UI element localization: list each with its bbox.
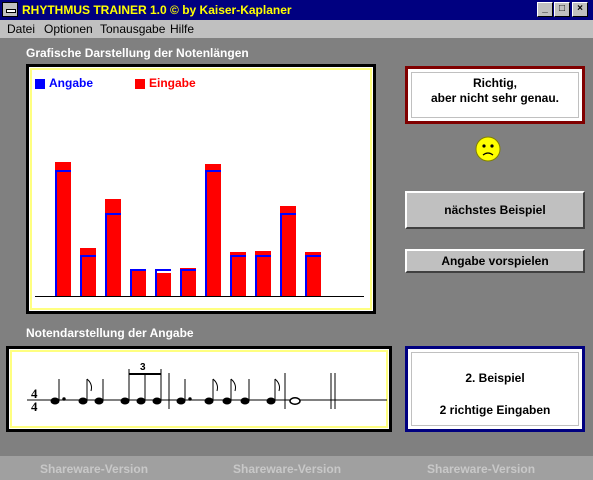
next-example-button[interactable]: nächstes Beispiel <box>405 191 585 229</box>
bar-angabe-1 <box>55 170 57 296</box>
bar-eingabe-11 <box>305 252 321 296</box>
legend-eingabe: Eingabe <box>149 76 196 90</box>
feedback-box: Richtig, aber nicht sehr genau. <box>405 66 585 124</box>
bar-angabe-top-3 <box>105 213 121 215</box>
window-title: RHYTHMUS TRAINER 1.0 © by Kaiser-Kaplane… <box>22 3 292 17</box>
bar-angabe-3 <box>105 213 107 296</box>
bar-angabe-top-4 <box>130 269 146 271</box>
title-bar: RHYTHMUS TRAINER 1.0 © by Kaiser-Kaplane… <box>0 0 593 20</box>
bar-angabe-top-7 <box>205 170 221 172</box>
legend-eingabe-swatch <box>135 79 145 89</box>
example-number: 2. Beispiel <box>465 371 525 385</box>
status-shareware-2: Shareware-Version <box>233 462 342 476</box>
measure-3 <box>289 397 301 405</box>
bar-eingabe-1 <box>55 162 71 296</box>
menu-tonausgabe[interactable]: Tonausgabe <box>100 22 165 36</box>
restore-button[interactable]: □ <box>554 2 570 17</box>
menu-hilfe[interactable]: Hilfe <box>170 22 194 36</box>
bar-eingabe-4 <box>130 271 146 296</box>
bar-angabe-top-2 <box>80 255 96 257</box>
bar-eingabe-5 <box>155 273 171 296</box>
bar-angabe-top-10 <box>280 213 296 215</box>
menu-bar: Datei Optionen Tonausgabe Hilfe <box>0 20 593 38</box>
bar-angabe-2 <box>80 255 82 296</box>
bar-angabe-6 <box>180 269 182 296</box>
feedback-line1: Richtig, <box>473 76 517 90</box>
bar-angabe-11 <box>305 255 307 296</box>
bar-angabe-top-11 <box>305 255 321 257</box>
notes-section-label: Notendarstellung der Angabe <box>26 326 194 340</box>
notation-panel: 4 4 3 <box>6 346 392 432</box>
bar-angabe-top-1 <box>55 170 71 172</box>
correct-count: 2 richtige Eingaben <box>439 403 551 417</box>
status-shareware-1: Shareware-Version <box>40 462 149 476</box>
chart-section-label: Grafische Darstellung der Notenlängen <box>26 46 249 60</box>
neutral-face-icon <box>475 136 501 162</box>
tuplet-label: 3 <box>140 362 146 373</box>
status-shareware-3: Shareware-Version <box>427 462 536 476</box>
minimize-button[interactable]: _ <box>537 2 553 17</box>
bar-angabe-5 <box>155 269 157 296</box>
bar-angabe-4 <box>130 269 132 296</box>
menu-datei[interactable]: Datei <box>7 22 35 36</box>
bar-angabe-top-6 <box>180 269 196 271</box>
time-sig-bottom: 4 <box>31 399 38 414</box>
info-box: 2. Beispiel 2 richtige Eingaben <box>405 346 585 432</box>
note-length-chart: Angabe Eingabe <box>26 64 376 314</box>
status-bar: Shareware-Version Shareware-Version Shar… <box>0 456 593 480</box>
notation-staff: 4 4 3 <box>27 362 387 414</box>
bar-angabe-7 <box>205 170 207 296</box>
menu-optionen[interactable]: Optionen <box>44 22 93 36</box>
bar-angabe-top-8 <box>230 255 246 257</box>
bar-eingabe-6 <box>180 268 196 296</box>
bar-eingabe-8 <box>230 252 246 296</box>
close-button[interactable]: × <box>572 2 588 17</box>
bar-angabe-top-5 <box>155 269 171 271</box>
bar-eingabe-9 <box>255 251 271 296</box>
bar-angabe-top-9 <box>255 255 271 257</box>
legend-angabe-swatch <box>35 79 45 89</box>
system-menu-icon[interactable] <box>2 2 18 17</box>
bar-angabe-8 <box>230 255 232 296</box>
legend-angabe: Angabe <box>49 76 94 90</box>
play-prompt-button[interactable]: Angabe vorspielen <box>405 249 585 273</box>
bar-eingabe-10 <box>280 206 296 296</box>
measure-1: 3 <box>50 362 162 405</box>
feedback-line2: aber nicht sehr genau. <box>430 91 560 105</box>
bar-eingabe-7 <box>205 164 221 296</box>
bar-angabe-10 <box>280 213 282 296</box>
chart-baseline <box>35 296 364 297</box>
bar-angabe-9 <box>255 255 257 296</box>
